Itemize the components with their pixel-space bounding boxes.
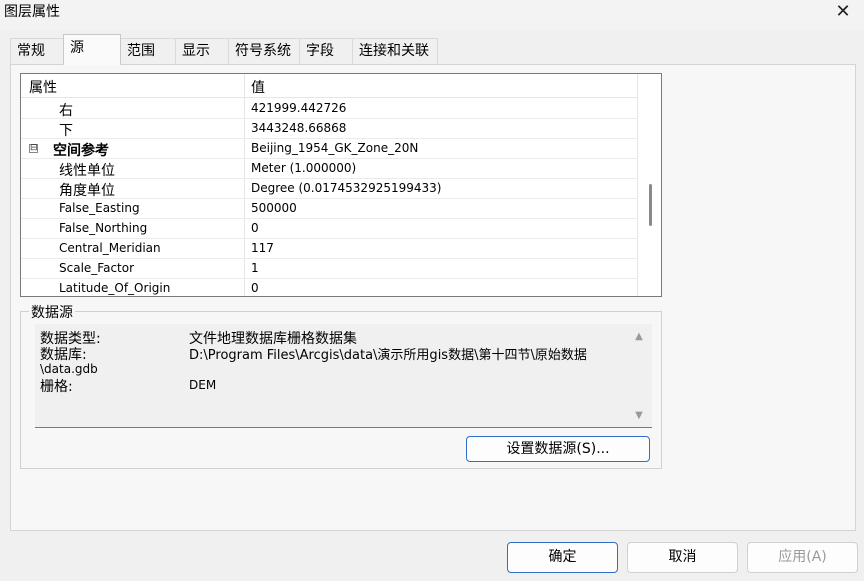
ok-button[interactable]: 确定 xyxy=(507,542,618,573)
close-icon[interactable]: ✕ xyxy=(830,0,856,26)
grid-scrollbar[interactable] xyxy=(658,74,661,296)
table-row[interactable]: 角度单位 Degree (0.0174532925199433) xyxy=(21,179,637,199)
table-row[interactable]: False_Easting 500000 xyxy=(21,199,637,219)
table-row[interactable]: 右 421999.442726 xyxy=(21,99,637,119)
table-row[interactable]: Central_Meridian 117 xyxy=(21,239,637,259)
property-value: 0 xyxy=(251,221,259,235)
column-divider xyxy=(637,74,638,296)
tab-symbology[interactable]: 符号系统 xyxy=(228,38,300,64)
table-row[interactable]: False_Northing 0 xyxy=(21,219,637,239)
tab-display[interactable]: 显示 xyxy=(175,38,229,64)
property-name: 角度单位 xyxy=(59,183,115,199)
property-name: Latitude_Of_Origin xyxy=(59,281,171,295)
window-title: 图层属性 xyxy=(4,4,60,20)
property-name: 右 xyxy=(59,103,73,119)
scroll-up-icon[interactable]: ▲ xyxy=(633,331,645,343)
raster-value: DEM xyxy=(189,378,217,392)
tab-general[interactable]: 常规 xyxy=(10,38,64,64)
property-name: Central_Meridian xyxy=(59,241,161,255)
set-datasource-button[interactable]: 设置数据源(S)... xyxy=(466,436,650,462)
property-value: 3443248.66868 xyxy=(251,121,347,135)
property-value: 117 xyxy=(251,241,274,255)
property-name: 线性单位 xyxy=(59,163,115,179)
tab-extent[interactable]: 范围 xyxy=(120,38,176,64)
property-name: 下 xyxy=(59,123,73,139)
database-label: 数据库: xyxy=(40,347,87,363)
grid-scrollbar-thumb[interactable] xyxy=(649,184,652,226)
property-value: 1 xyxy=(251,261,259,275)
datasource-info-box: 数据类型: 文件地理数据库栅格数据集 数据库: D:\Program Files… xyxy=(35,324,652,428)
property-value: Beijing_1954_GK_Zone_20N xyxy=(251,141,419,155)
property-name: False_Easting xyxy=(59,201,140,215)
property-value: 500000 xyxy=(251,201,297,215)
datasource-legend: 数据源 xyxy=(29,302,75,322)
property-name: False_Northing xyxy=(59,221,148,235)
property-value: Meter (1.000000) xyxy=(251,161,357,175)
table-row[interactable]: 线性单位 Meter (1.000000) xyxy=(21,159,637,179)
tab-source[interactable]: 源 xyxy=(63,34,121,65)
property-group-name: 空间参考 xyxy=(53,143,109,159)
property-grid[interactable]: 属性 值 右 421999.442726 下 3443248.66868 ⊟ 空… xyxy=(20,73,662,297)
title-bar: 图层属性 ✕ xyxy=(0,0,864,30)
database-value: D:\Program Files\Arcgis\data\演示所用gis数据\第… xyxy=(189,348,587,363)
cancel-button[interactable]: 取消 xyxy=(627,542,738,573)
table-row[interactable]: ⊟ 空间参考 Beijing_1954_GK_Zone_20N xyxy=(21,139,637,159)
header-value: 值 xyxy=(251,80,265,96)
apply-button[interactable]: 应用(A) xyxy=(747,542,858,573)
raster-label: 栅格: xyxy=(40,379,73,395)
grid-header: 属性 值 xyxy=(21,74,637,98)
tab-fields[interactable]: 字段 xyxy=(299,38,353,64)
property-value: 421999.442726 xyxy=(251,101,347,115)
table-row[interactable]: Scale_Factor 1 xyxy=(21,259,637,279)
tab-joins-relates[interactable]: 连接和关联 xyxy=(352,38,438,64)
table-row[interactable]: 下 3443248.66868 xyxy=(21,119,637,139)
collapse-icon[interactable]: ⊟ xyxy=(29,144,38,153)
header-property: 属性 xyxy=(29,80,57,96)
scroll-down-icon[interactable]: ▼ xyxy=(633,410,645,422)
property-value: Degree (0.0174532925199433) xyxy=(251,181,442,195)
property-value: 0 xyxy=(251,281,259,295)
database-value-continued: \data.gdb xyxy=(40,362,98,376)
property-name: Scale_Factor xyxy=(59,261,135,275)
table-row[interactable]: Latitude_Of_Origin 0 xyxy=(21,279,637,296)
